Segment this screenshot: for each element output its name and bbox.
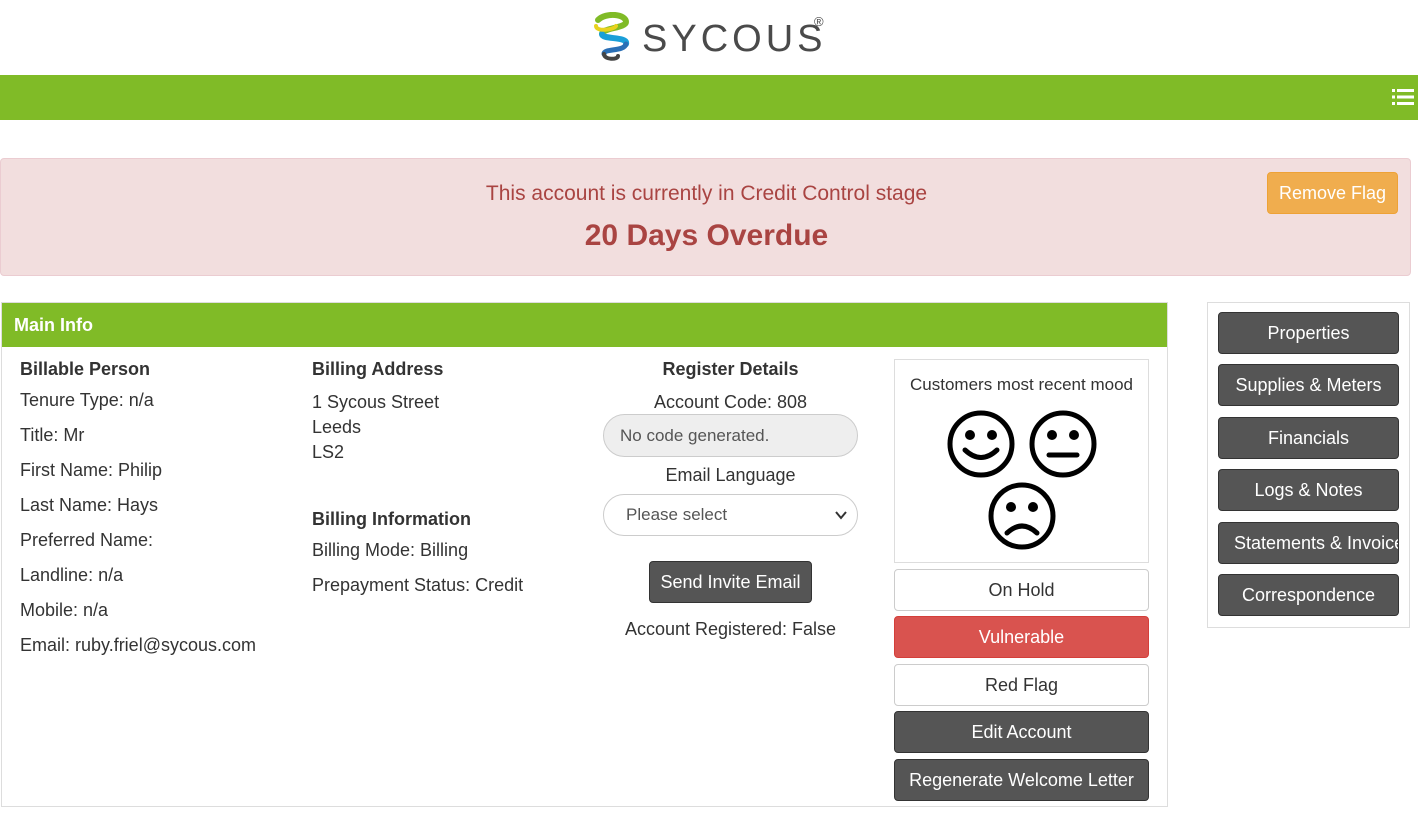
title: Title: Mr	[20, 425, 85, 445]
sidebar-item-properties[interactable]: Properties	[1218, 312, 1399, 354]
billable-person-heading: Billable Person	[20, 359, 151, 379]
edit-account-button[interactable]: Edit Account	[894, 711, 1149, 753]
account-registered: Account Registered: False	[624, 619, 837, 639]
registered-mark: ®	[814, 14, 824, 29]
vulnerable-button[interactable]: Vulnerable	[894, 616, 1149, 658]
billing-mode: Billing Mode: Billing	[312, 540, 469, 560]
mobile: Mobile: n/a	[20, 600, 109, 620]
billing-information-section: Billing Information Billing Mode: Billin…	[312, 509, 582, 596]
main-info-heading: Main Info	[2, 303, 1167, 347]
sidebar-item-statements-invoices[interactable]: Statements & Invoices	[1218, 522, 1399, 564]
billing-information-heading: Billing Information	[312, 509, 471, 529]
email: Email: ruby.friel@sycous.com	[20, 635, 256, 655]
tenure-type: Tenure Type: n/a	[20, 390, 154, 410]
register-details-section: Register Details Account Code: 808 No co…	[603, 359, 858, 640]
email-language-select[interactable]: Please select	[603, 494, 858, 536]
email-language-selected: Please select	[626, 505, 728, 524]
account-code: Account Code: 808	[653, 392, 808, 412]
billing-address-heading: Billing Address	[312, 359, 444, 379]
prepayment-status: Prepayment Status: Credit	[312, 575, 524, 595]
list-icon[interactable]	[1392, 87, 1414, 107]
send-invite-email-button[interactable]: Send Invite Email	[649, 561, 812, 603]
site-header: SYCOUS ®	[0, 0, 1418, 75]
happy-face-icon[interactable]	[946, 409, 1016, 479]
sycous-logo[interactable]: SYCOUS ®	[592, 12, 826, 64]
logo-spiral-icon	[594, 12, 630, 61]
sidebar-item-financials[interactable]: Financials	[1218, 417, 1399, 459]
red-flag-button[interactable]: Red Flag	[894, 664, 1149, 706]
email-language-label: Email Language	[665, 465, 796, 485]
remove-flag-button[interactable]: Remove Flag	[1267, 172, 1398, 214]
address-line-3: LS2	[312, 442, 345, 462]
billing-address-section: Billing Address 1 Sycous Street Leeds LS…	[312, 359, 582, 610]
credit-control-alert: This account is currently in Credit Cont…	[0, 158, 1411, 276]
neutral-face-icon[interactable]	[1028, 409, 1098, 479]
account-code-field: No code generated.	[603, 414, 858, 457]
register-details-heading: Register Details	[662, 359, 799, 379]
sidebar-item-logs-notes[interactable]: Logs & Notes	[1218, 469, 1399, 511]
address-line-1: 1 Sycous Street	[312, 392, 440, 412]
sidebar-item-correspondence[interactable]: Correspondence	[1218, 574, 1399, 616]
landline: Landline: n/a	[20, 565, 124, 585]
address-line-2: Leeds	[312, 417, 362, 437]
mood-title: Customers most recent mood	[910, 375, 1133, 394]
chevron-down-icon	[835, 511, 847, 520]
brand-name: SYCOUS	[642, 17, 827, 60]
regenerate-welcome-letter-button[interactable]: Regenerate Welcome Letter	[894, 759, 1149, 801]
customer-mood-box: Customers most recent mood	[894, 359, 1149, 563]
preferred-name: Preferred Name:	[20, 530, 154, 550]
alert-subtitle: This account is currently in Credit Cont…	[485, 182, 928, 205]
last-name: Last Name: Hays	[20, 495, 159, 515]
on-hold-button[interactable]: On Hold	[894, 569, 1149, 611]
account-sidebar: Properties Supplies & Meters Financials …	[1207, 302, 1410, 628]
billable-person-section: Billable Person Tenure Type: n/a Title: …	[20, 359, 290, 670]
top-navbar	[0, 75, 1418, 120]
sidebar-item-supplies-meters[interactable]: Supplies & Meters	[1218, 364, 1399, 406]
sad-face-icon[interactable]	[987, 481, 1057, 551]
first-name: First Name: Philip	[20, 460, 163, 480]
alert-title: 20 Days Overdue	[584, 219, 829, 252]
